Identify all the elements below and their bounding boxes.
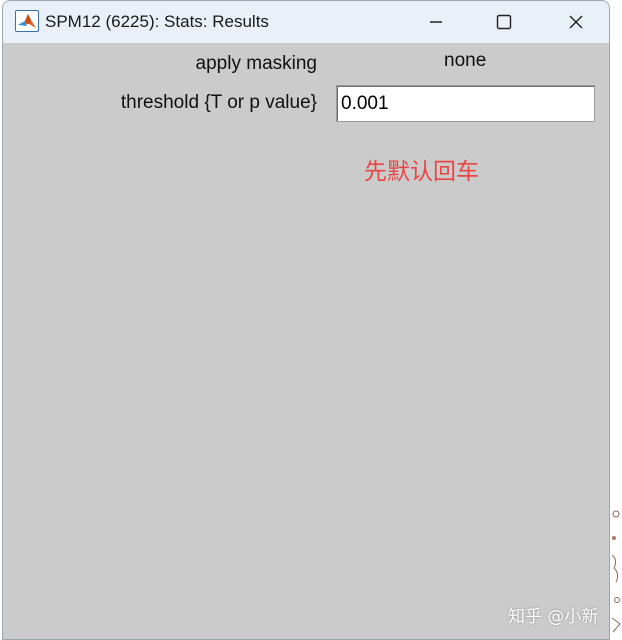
spm-results-window: SPM12 (6225): Stats: Results apply maski… (2, 0, 610, 640)
close-icon (569, 15, 583, 29)
minimize-icon (430, 21, 442, 23)
apply-masking-label: apply masking (195, 53, 317, 74)
close-button[interactable] (553, 1, 599, 43)
maximize-button[interactable] (481, 1, 527, 43)
background-doodle-icon (611, 510, 621, 633)
apply-masking-value: none (444, 50, 487, 71)
zhihu-watermark: 知乎 @小新 (508, 607, 599, 627)
minimize-button[interactable] (413, 1, 459, 43)
maximize-icon (496, 14, 512, 30)
threshold-input[interactable] (336, 85, 595, 122)
matlab-logo-icon (15, 10, 39, 32)
press-enter-annotation: 先默认回车 (364, 159, 479, 185)
threshold-label: threshold {T or p value} (120, 92, 317, 113)
title-bar[interactable]: SPM12 (6225): Stats: Results (3, 1, 609, 43)
window-title: SPM12 (6225): Stats: Results (45, 12, 269, 31)
